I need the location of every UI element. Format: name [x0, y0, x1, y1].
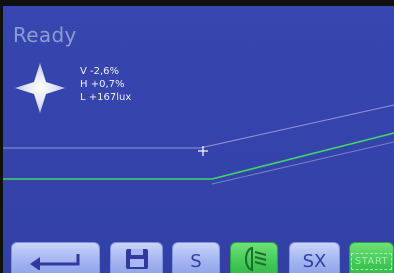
cutoff-line-rise	[199, 104, 394, 149]
sx-mode-label: SX	[302, 250, 327, 272]
device-screen: Ready V -2,6% H +0,7% L +167lux S SX STA…	[3, 6, 394, 273]
lower-edge-line	[211, 141, 394, 185]
save-button[interactable]	[110, 242, 163, 273]
start-label: START	[350, 252, 393, 270]
reference-line-rise	[211, 132, 394, 180]
save-disk-icon	[124, 247, 150, 273]
headlight-button[interactable]	[230, 242, 278, 273]
bottom-toolbar: S SX START	[3, 242, 394, 273]
headlight-beam-icon	[239, 246, 269, 273]
sx-mode-button[interactable]: SX	[289, 242, 340, 273]
s-mode-label: S	[190, 250, 202, 272]
beam-pattern-graph	[3, 104, 394, 185]
back-arrow-icon	[28, 248, 84, 273]
back-button[interactable]	[11, 242, 100, 273]
start-button[interactable]: START	[349, 242, 394, 273]
s-mode-button[interactable]: S	[172, 242, 220, 273]
